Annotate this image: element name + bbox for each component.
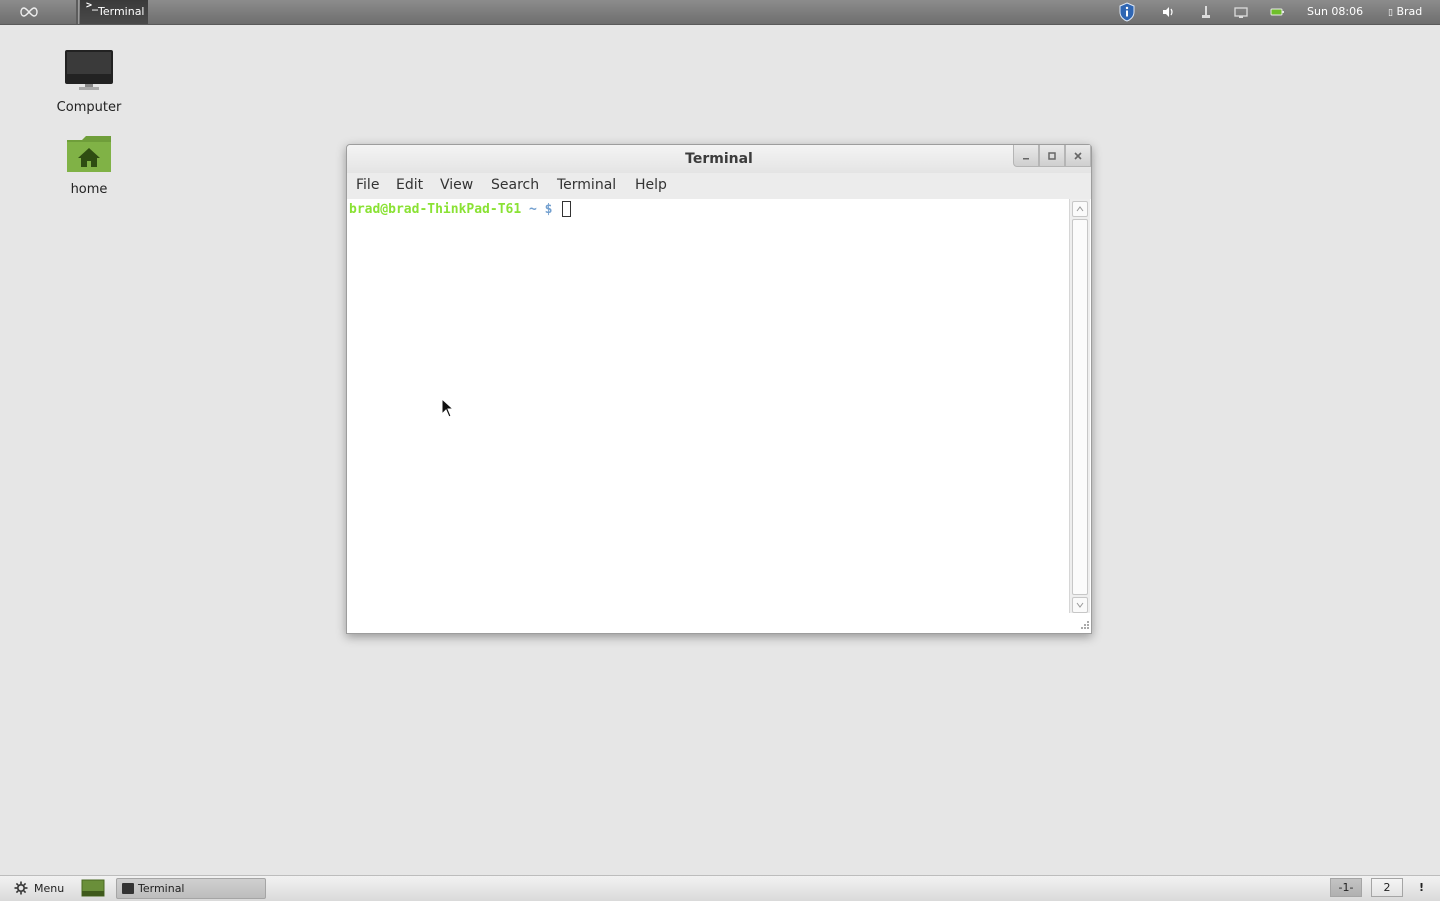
chevron-down-icon — [1076, 602, 1084, 608]
update-shield-icon[interactable] — [1118, 2, 1136, 22]
mint-menu-icon[interactable] — [18, 4, 40, 20]
menu-file[interactable]: File — [356, 177, 379, 193]
desktop-icon-label: Computer — [56, 100, 122, 115]
desktop-icon-home[interactable]: home — [44, 134, 134, 197]
close-icon — [1074, 151, 1082, 160]
battery-icon[interactable] — [1269, 4, 1285, 20]
menubar: File Edit View Search Terminal Help — [347, 173, 1091, 199]
prompt-path: ~ $ — [529, 202, 553, 217]
terminal-icon — [122, 883, 134, 894]
gear-icon — [14, 881, 28, 895]
display-icon[interactable] — [1233, 4, 1249, 20]
titlebar[interactable]: Terminal — [347, 145, 1091, 173]
top-panel: >_ Terminal Sun 08:06 ▯ Brad — [0, 0, 1440, 25]
computer-monitor-icon — [65, 50, 113, 90]
minimize-button[interactable] — [1013, 145, 1039, 167]
taskbar-label: Terminal — [138, 882, 185, 895]
volume-icon[interactable] — [1160, 4, 1176, 20]
maximize-button[interactable] — [1039, 145, 1065, 167]
scrollbar-thumb[interactable] — [1072, 219, 1088, 595]
menu-help[interactable]: Help — [635, 177, 667, 193]
workspace-1[interactable]: -1- — [1330, 878, 1362, 897]
menu-button[interactable]: Menu — [14, 881, 64, 895]
window-title: Terminal — [685, 151, 753, 167]
window-controls — [1013, 145, 1091, 169]
panel-separator — [76, 0, 79, 24]
terminal-icon: >_ — [86, 0, 99, 11]
taskbar-terminal-button[interactable]: Terminal — [116, 878, 266, 899]
show-desktop-icon[interactable] — [81, 879, 105, 897]
prompt-user: brad@brad-ThinkPad-T61 — [349, 202, 522, 217]
menu-terminal[interactable]: Terminal — [557, 177, 616, 193]
user-menu[interactable]: ▯ Brad — [1388, 5, 1422, 18]
top-task-terminal[interactable]: >_ Terminal — [80, 0, 148, 24]
text-cursor — [562, 201, 572, 217]
menu-edit[interactable]: Edit — [396, 177, 423, 193]
desktop-icon-computer[interactable]: Computer — [44, 48, 134, 115]
scroll-down-button[interactable] — [1072, 597, 1088, 613]
home-folder-icon — [67, 136, 111, 172]
minimize-icon — [1023, 157, 1029, 159]
mouse-pointer-icon — [441, 398, 455, 418]
menu-search[interactable]: Search — [491, 177, 539, 193]
top-task-label: Terminal — [98, 5, 145, 18]
network-icon[interactable] — [1198, 4, 1214, 20]
maximize-icon — [1048, 151, 1056, 160]
workspace-2[interactable]: 2 — [1371, 878, 1403, 897]
terminal-window: Terminal File Edit View Search Terminal … — [346, 144, 1092, 634]
user-icon: ▯ — [1388, 8, 1393, 18]
close-button[interactable] — [1065, 145, 1091, 167]
user-name: Brad — [1396, 5, 1423, 18]
resize-grip-icon[interactable] — [1079, 621, 1089, 631]
terminal-output[interactable]: brad@brad-ThinkPad-T61 ~ $ — [347, 199, 1069, 633]
chevron-up-icon — [1076, 206, 1084, 212]
scroll-up-button[interactable] — [1072, 201, 1088, 217]
notification-icon[interactable]: ! — [1419, 881, 1424, 894]
desktop-icon-label: home — [70, 182, 108, 197]
menu-view[interactable]: View — [440, 177, 473, 193]
shell-prompt: brad@brad-ThinkPad-T61 ~ $ — [349, 201, 572, 217]
menu-label: Menu — [34, 881, 65, 895]
clock[interactable]: Sun 08:06 — [1307, 5, 1363, 18]
vertical-scrollbar[interactable] — [1069, 199, 1090, 613]
bottom-panel: Menu Terminal -1- 2 ! — [0, 875, 1440, 901]
